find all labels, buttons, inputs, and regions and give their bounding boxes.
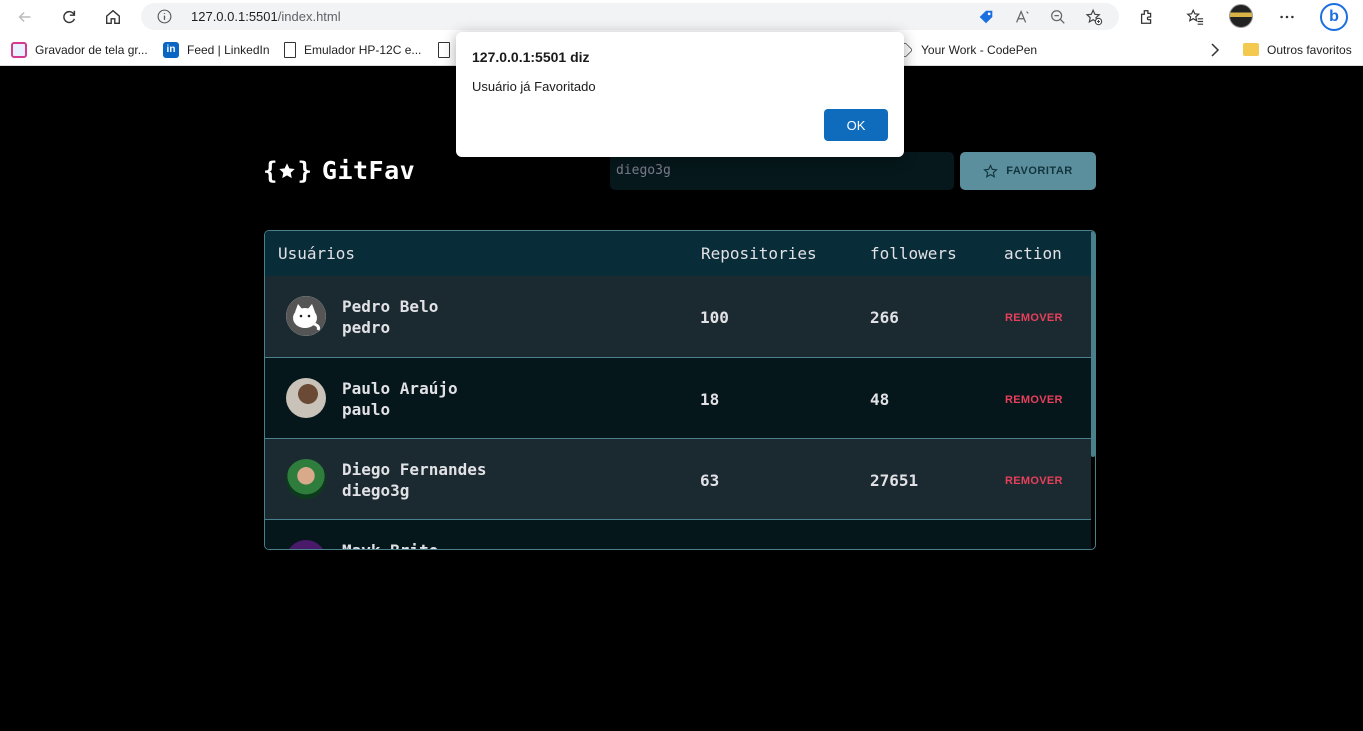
logo-text: GitFav xyxy=(321,156,416,185)
table-row: Mayk Brito xyxy=(265,519,1091,549)
bookmark-page[interactable] xyxy=(438,41,450,58)
info-icon[interactable] xyxy=(156,8,173,25)
bookmark-label: Gravador de tela gr... xyxy=(35,42,148,57)
bing-copilot-icon[interactable]: b xyxy=(1320,3,1348,31)
followers-count: 27651 xyxy=(870,471,919,490)
refresh-icon[interactable] xyxy=(56,4,82,30)
dialog-message: Usuário já Favoritado xyxy=(472,79,596,94)
avatar xyxy=(286,540,326,549)
remove-button[interactable]: REMOVER xyxy=(1005,312,1063,324)
header-action: action xyxy=(1004,244,1062,263)
ok-button[interactable]: OK xyxy=(824,109,888,141)
user-name: Pedro Belo xyxy=(342,297,439,316)
browser-toolbar: 127.0.0.1:5501/index.html b xyxy=(0,0,1363,33)
screen-recorder-icon xyxy=(11,41,27,58)
bookmark-label: Emulador HP-12C e... xyxy=(304,42,422,57)
extensions-icon[interactable] xyxy=(1134,4,1160,30)
favorites-table[interactable]: Usuários Repositories followers action P… xyxy=(264,230,1096,550)
avatar xyxy=(286,459,326,499)
favorites-icon[interactable] xyxy=(1182,4,1208,30)
other-favorites[interactable]: Outros favoritos xyxy=(1243,41,1352,58)
dialog-title: 127.0.0.1:5501 diz xyxy=(472,49,590,65)
followers-count: 48 xyxy=(870,390,890,409)
other-favorites-label: Outros favoritos xyxy=(1267,42,1352,57)
user-name: Paulo Araújo xyxy=(342,379,458,398)
header-repositories: Repositories xyxy=(701,244,817,263)
table-scrollbar[interactable] xyxy=(1091,231,1095,457)
table-body: Pedro Belo pedro 100 266 REMOVER Paulo A… xyxy=(265,276,1091,549)
folder-icon xyxy=(1243,43,1259,56)
bookmark-linkedin[interactable]: in Feed | LinkedIn xyxy=(163,41,270,58)
header-followers: followers xyxy=(870,244,957,263)
table-row: Pedro Belo pedro 100 266 REMOVER xyxy=(265,276,1091,357)
url-text: 127.0.0.1:5501/index.html xyxy=(191,9,341,24)
bookmark-hp12c[interactable]: Emulador HP-12C e... xyxy=(284,41,421,58)
app-logo: { } GitFav xyxy=(263,156,415,185)
favorite-button-label: FAVORITAR xyxy=(1006,165,1073,177)
remove-button[interactable]: REMOVER xyxy=(1005,475,1063,487)
url-port: :5501 xyxy=(245,9,278,24)
table-row: Diego Fernandes diego3g 63 27651 REMOVER xyxy=(265,438,1091,519)
price-tag-icon[interactable] xyxy=(977,8,995,26)
user-login[interactable]: paulo xyxy=(342,400,390,419)
repositories-count: 18 xyxy=(700,390,720,409)
avatar xyxy=(286,378,326,418)
user-login[interactable]: diego3g xyxy=(342,481,409,500)
table-header: Usuários Repositories followers action xyxy=(265,231,1091,276)
url-host: 127.0.0.1 xyxy=(191,9,246,24)
profile-avatar[interactable] xyxy=(1229,4,1253,28)
avatar xyxy=(286,296,326,336)
linkedin-icon: in xyxy=(163,41,179,58)
alert-dialog: 127.0.0.1:5501 diz Usuário já Favoritado… xyxy=(456,32,904,157)
repositories-count: 100 xyxy=(700,308,729,327)
page-icon xyxy=(284,41,296,58)
star-icon xyxy=(279,162,296,178)
table-row: Paulo Araújo paulo 18 48 REMOVER xyxy=(265,357,1091,438)
header-users: Usuários xyxy=(278,244,356,263)
bookmark-label: Feed | LinkedIn xyxy=(187,42,270,57)
add-favorite-icon[interactable] xyxy=(1085,8,1103,26)
star-outline-icon xyxy=(983,163,999,178)
search-input[interactable]: diego3g xyxy=(610,152,954,190)
followers-count: 266 xyxy=(870,308,899,327)
bookmark-codepen[interactable]: Your Work - CodePen xyxy=(897,41,1037,58)
bookmark-screen-recorder[interactable]: Gravador de tela gr... xyxy=(11,41,148,58)
url-path: /index.html xyxy=(277,9,341,24)
user-name: Mayk Brito xyxy=(342,541,438,549)
user-name: Diego Fernandes xyxy=(342,460,487,479)
read-aloud-icon[interactable] xyxy=(1013,8,1031,26)
page-icon xyxy=(438,41,450,58)
remove-button[interactable]: REMOVER xyxy=(1005,394,1063,406)
more-options-icon[interactable] xyxy=(1274,4,1300,30)
home-icon[interactable] xyxy=(100,4,126,30)
bookmarks-overflow-chevron-icon[interactable] xyxy=(1210,41,1220,58)
zoom-out-icon[interactable] xyxy=(1049,8,1067,26)
logo-mark: { } xyxy=(263,156,312,185)
bookmark-label: Your Work - CodePen xyxy=(921,42,1038,57)
repositories-count: 63 xyxy=(700,471,720,490)
address-bar[interactable]: 127.0.0.1:5501/index.html xyxy=(141,3,1119,30)
back-icon[interactable] xyxy=(12,4,38,30)
user-login[interactable]: pedro xyxy=(342,318,390,337)
favorite-button[interactable]: FAVORITAR xyxy=(960,152,1096,190)
